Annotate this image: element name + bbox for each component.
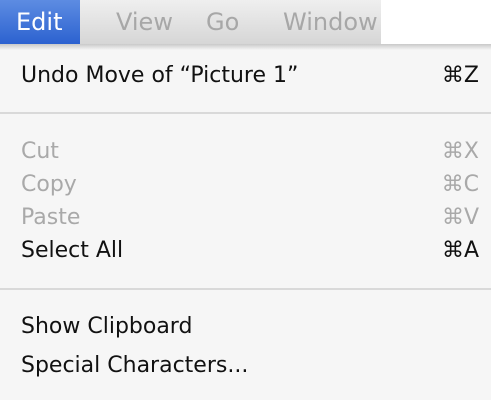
menu-item-show-clipboard[interactable]: Show Clipboard xyxy=(0,307,491,347)
menu-item-select-all-shortcut: ⌘A xyxy=(441,238,479,263)
menu-window[interactable]: Window xyxy=(283,0,378,44)
menu-separator xyxy=(0,288,491,290)
menu-window-label: Window xyxy=(283,8,378,36)
menu-item-special-characters-label: Special Characters... xyxy=(21,353,249,378)
menu-item-select-all[interactable]: Select All ⌘A xyxy=(0,231,491,271)
menu-view[interactable]: View xyxy=(116,0,173,44)
menu-go[interactable]: Go xyxy=(206,0,239,44)
menu-go-label: Go xyxy=(206,8,240,36)
menu-edit[interactable]: Edit xyxy=(0,0,81,44)
menu-separator xyxy=(0,112,491,114)
menu-item-show-clipboard-label: Show Clipboard xyxy=(21,314,193,339)
menu-item-special-characters[interactable]: Special Characters... xyxy=(0,346,491,386)
screen: Edit View Go Window Undo Move of “Pictur… xyxy=(0,0,491,400)
menu-item-select-all-label: Select All xyxy=(21,238,124,263)
menu-edit-label: Edit xyxy=(16,8,63,36)
menu-bar: Edit View Go Window xyxy=(0,0,381,44)
menu-item-undo-shortcut: ⌘Z xyxy=(441,63,479,88)
menu-item-undo[interactable]: Undo Move of “Picture 1” ⌘Z xyxy=(0,56,491,96)
menu-item-undo-label: Undo Move of “Picture 1” xyxy=(21,63,299,88)
menu-view-label: View xyxy=(116,8,173,36)
edit-menu-dropdown: Undo Move of “Picture 1” ⌘Z Cut ⌘X Copy … xyxy=(0,44,491,400)
